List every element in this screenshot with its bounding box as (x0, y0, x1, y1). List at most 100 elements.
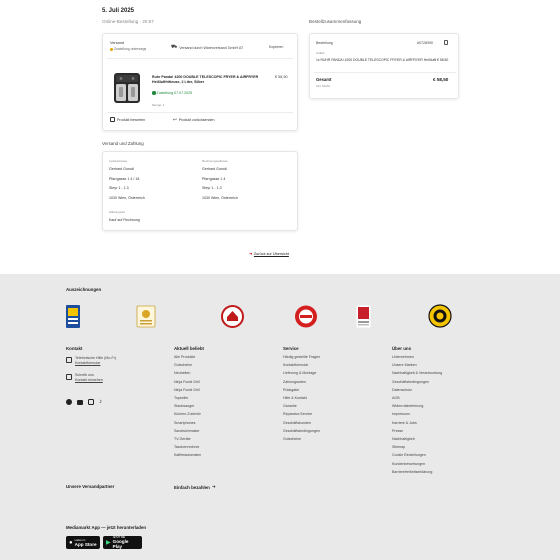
tracking-copy-button[interactable]: Kopieren (269, 45, 283, 49)
footer-link[interactable]: Kaffeeautomaten (174, 451, 201, 459)
footer-link[interactable]: Unternehmen (392, 353, 442, 361)
order-number-value: #0728390 (417, 41, 433, 45)
footer-link[interactable]: Widerrufsbelehrung (392, 402, 442, 410)
review-label: Produkt bewerten (117, 117, 146, 122)
footer-link[interactable]: Ninja Foodi Grill (174, 386, 201, 394)
total-value: € 58,50 (433, 77, 449, 82)
total-label: Gesamt (316, 77, 332, 82)
billing-street: Pfarrgasse 1 4 (202, 177, 226, 181)
footer-link[interactable]: Staubsauger (174, 402, 201, 410)
shipping-city: Steyr 1 - 1.3 (109, 186, 129, 190)
address-card: Lieferadresse Gerhard Gorodi Pfarrgasse … (102, 151, 298, 231)
truck-icon: ⛟ (171, 44, 178, 50)
items-label: Artikel (316, 51, 325, 55)
footer-link[interactable]: Kontaktformular (283, 361, 320, 369)
contact-mail[interactable]: Schreib uns Kontakt einsehen (66, 373, 103, 383)
product-price: € 58,50 (275, 75, 288, 79)
back-to-overview-link[interactable]: ➜ Zurück zur Übersicht (249, 251, 289, 256)
footer-link[interactable]: Alle Produkte (174, 353, 201, 361)
app-store-line2: App Store (74, 541, 97, 547)
footer-link[interactable]: Smartphones (174, 419, 201, 427)
tiktok-icon[interactable]: ♪ (99, 399, 102, 405)
award-icon[interactable] (136, 305, 156, 328)
footer-link[interactable]: Zahlungsarten (283, 378, 320, 386)
review-icon (110, 117, 115, 122)
trusted-shops-icon[interactable] (66, 305, 80, 328)
line-item: 1x RUHR PANDA! 4200 DOUBLE TELESCOPIC FR… (316, 58, 436, 62)
footer-link[interactable]: Presse (392, 427, 442, 435)
footer-link[interactable]: Hilfe & Kontakt (283, 394, 320, 402)
footer-link[interactable]: Nachhaltigkeit & Verantwortung (392, 369, 442, 377)
footer-link[interactable]: Taschenrechner (174, 443, 201, 451)
footer-link[interactable]: Geschäftskunden (283, 419, 320, 427)
instagram-icon[interactable] (88, 399, 94, 405)
shipment-status-value: Zustellung unterwegs (114, 47, 147, 51)
footer-link[interactable]: Neuheiten (174, 369, 201, 377)
footer-link[interactable]: Garantie (283, 402, 320, 410)
footer-link[interactable]: Datenschutz (392, 386, 442, 394)
footer-link[interactable]: Kundenbewertungen (392, 460, 442, 468)
footer-link[interactable]: Gutscheine (174, 361, 201, 369)
payment-title: Zahlungsart (109, 210, 125, 214)
footer-link[interactable]: Impressum (392, 410, 442, 418)
footer-link[interactable]: Küchen-Zubehör (174, 410, 201, 418)
popular-links: Alle Produkte Gutscheine Neuheiten Ninja… (174, 353, 201, 460)
footer-link[interactable]: Lieferung & Montage (283, 369, 320, 377)
facebook-icon[interactable] (66, 399, 72, 405)
service-links: Häufig gestellte Fragen Kontaktformular … (283, 353, 320, 443)
footer-link[interactable]: Sandwichmaker (174, 427, 201, 435)
quality-seal-icon[interactable] (221, 305, 244, 328)
footer-link[interactable]: Geschäftsbedingungen (392, 378, 442, 386)
ehi-seal-icon[interactable] (428, 304, 452, 328)
youtube-icon[interactable] (77, 399, 83, 405)
phone-line2[interactable]: Kontaktformular (75, 361, 116, 366)
footer-link[interactable]: Unsere Marken (392, 361, 442, 369)
billing-address-title: Rechnungsadresse (202, 159, 228, 163)
app-store-button[interactable]: ● Laden im App Store (66, 536, 100, 549)
total-note: inkl. MwSt. (316, 84, 331, 88)
arrow-right-icon: ➜ (211, 484, 216, 489)
tracking-row[interactable]: ⛟ Versand durch Warenversand GmbH AT (171, 44, 243, 51)
copy-icon[interactable] (444, 40, 448, 45)
footer-link[interactable]: Häufig gestellte Fragen (283, 353, 320, 361)
footer-link[interactable]: Sitemap (392, 443, 442, 451)
review-product-button[interactable]: Produkt bewerten (110, 117, 145, 122)
easy-pay-link[interactable]: Einfach bezahlen ➜ (174, 484, 216, 490)
easy-pay-title: Einfach bezahlen (174, 484, 210, 490)
service-title: Service (283, 346, 299, 351)
mail-line2[interactable]: Kontakt einsehen (75, 378, 103, 383)
footer-link[interactable]: Geschäftsbedingungen (283, 427, 320, 435)
footer-link[interactable]: Nachhaltigkeit (392, 435, 442, 443)
gold-award-icon[interactable] (356, 305, 371, 328)
awards-title: Auszeichnungen (66, 287, 102, 292)
footer-link[interactable]: Cookie Einstellungen (392, 451, 442, 459)
contact-phone[interactable]: Telefonische Hilfe (Mo-Fr) Kontaktformul… (66, 356, 116, 366)
order-date: 5. Juli 2025 (102, 8, 135, 14)
billing-zip: 1030 Wien, Österreich (202, 196, 238, 200)
footer-link[interactable]: Topseller (174, 394, 201, 402)
product-name[interactable]: Ruhr Panda! 4200 DOUBLE TELESCOPIC FRYER… (152, 75, 272, 85)
footer-link[interactable]: Ninja Foodi Grill (174, 378, 201, 386)
footer-link[interactable]: AGB (392, 394, 442, 402)
contact-title: Kontakt (66, 346, 83, 351)
line-item-price: € 58,50 (437, 58, 449, 62)
footer-link[interactable]: Gutscheine (283, 435, 320, 443)
return-product-button[interactable]: ↩ Produkt zurücksenden (173, 117, 215, 123)
popular-title: Aktuell beliebt (174, 346, 205, 351)
arrow-right-icon: ➜ (249, 251, 253, 256)
social-links: ♪ (66, 399, 102, 405)
check-icon (152, 91, 156, 95)
footer-link[interactable]: Rückgabe (283, 386, 320, 394)
footer-link[interactable]: Reparatur-Service (283, 410, 320, 418)
summary-card: Bestellung #0728390 Artikel 1x RUHR PAND… (309, 33, 459, 99)
order-number-label: Bestellung (316, 41, 333, 45)
footer-link[interactable]: Barrierefreiheitserklärung (392, 468, 442, 476)
footer-link[interactable]: Karriere & Jobs (392, 419, 442, 427)
footer-link[interactable]: TV-Geräte (174, 435, 201, 443)
divider (107, 112, 293, 113)
delivery-status: Zustellung 07.07.2025 (152, 91, 192, 95)
google-play-button[interactable]: ▶ JETZT BEI Google Play (103, 536, 142, 549)
product-note: Menge: 1 (152, 103, 165, 107)
best-shop-icon[interactable] (294, 304, 318, 329)
billing-city: Steyr 1 - 1.3 (202, 186, 222, 190)
